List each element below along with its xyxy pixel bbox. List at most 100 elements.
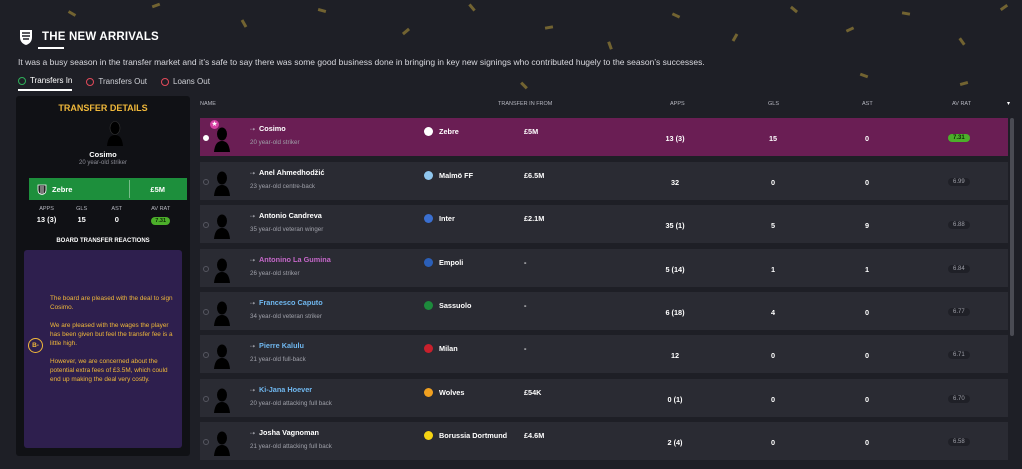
- transfer-out-icon: [86, 77, 95, 86]
- club-name: Borussia Dortmund: [439, 431, 508, 440]
- player-name[interactable]: Antonino La Gumina: [259, 255, 331, 264]
- assists-value: 9: [864, 221, 870, 230]
- table-row[interactable]: ⇢ Anel Ahmedhodžić 23 year-old centre-back…: [200, 162, 1008, 200]
- player-name[interactable]: Ki-Jana Hoever: [259, 385, 312, 394]
- column-header-ast[interactable]: AST: [862, 101, 873, 107]
- tab-label: Transfers In: [30, 76, 73, 85]
- club-badge-icon: [424, 344, 433, 353]
- club-name: Sassuolo: [439, 301, 472, 310]
- club-fee-bar[interactable]: Zebre £5M: [29, 178, 187, 200]
- transfer-fee: £4.6M: [524, 431, 545, 440]
- transfer-fee: £54K: [524, 388, 542, 397]
- player-name[interactable]: Cosimo: [259, 124, 286, 133]
- transfer-fee: -: [524, 344, 527, 353]
- assists-value: 0: [864, 134, 870, 143]
- player-silhouette-icon: [214, 171, 230, 196]
- column-header-apps[interactable]: APPS: [670, 101, 685, 107]
- from-club[interactable]: Malmö FF: [424, 171, 473, 180]
- tab-bar: Transfers In Transfers Out Loans Out: [18, 76, 210, 91]
- from-club[interactable]: Zebre: [424, 127, 459, 136]
- goals-value: 0: [770, 178, 776, 187]
- table-row[interactable]: ⇢ Francesco Caputo 34 year-old veteran str…: [200, 292, 1008, 330]
- row-select-radio[interactable]: [203, 352, 209, 358]
- player-name[interactable]: Pierre Kalulu: [259, 341, 304, 350]
- row-select-radio[interactable]: [203, 135, 209, 141]
- goals-value: 4: [770, 308, 776, 317]
- assists-value: 0: [864, 178, 870, 187]
- stat-assists: 0: [114, 215, 119, 224]
- apps-value: 5 (14): [665, 265, 685, 274]
- player-name[interactable]: Antonio Candreva: [259, 211, 322, 220]
- tab-transfers-out[interactable]: Transfers Out: [86, 76, 147, 91]
- club-name: Milan: [439, 344, 458, 353]
- player-name[interactable]: Francesco Caputo: [259, 298, 323, 307]
- transfer-flag-icon: ⇢: [250, 388, 256, 394]
- goals-value: 0: [770, 438, 776, 447]
- from-club[interactable]: Sassuolo: [424, 301, 471, 310]
- row-select-radio[interactable]: [203, 179, 209, 185]
- transfer-flag-icon: ⇢: [250, 127, 256, 133]
- row-select-radio[interactable]: [203, 439, 209, 445]
- player-name[interactable]: Cosimo: [16, 150, 190, 159]
- player-description: 23 year-old centre-back: [250, 183, 316, 190]
- assists-value: 0: [864, 438, 870, 447]
- column-header-gls[interactable]: GLS: [768, 101, 779, 107]
- player-name[interactable]: Anel Ahmedhodžić: [259, 168, 324, 177]
- chevron-down-icon[interactable]: ▾: [1007, 100, 1010, 107]
- table-row[interactable]: ⇢ Pierre Kalulu 21 year-old full-back Milan…: [200, 335, 1008, 373]
- transfer-flag-icon: ⇢: [250, 344, 256, 350]
- rating-badge: 7.31: [151, 217, 171, 225]
- tab-transfers-in[interactable]: Transfers In: [18, 76, 73, 91]
- board-reactions-box: B- The board are pleased with the deal t…: [24, 250, 182, 448]
- apps-value: 2 (4): [667, 438, 683, 447]
- from-club[interactable]: Wolves: [424, 388, 464, 397]
- stat-header: AV RAT: [151, 206, 171, 212]
- from-club[interactable]: Milan: [424, 344, 458, 353]
- player-description: 20 year-old striker: [78, 160, 128, 166]
- player-description: 35 year-old veteran winger: [250, 226, 324, 233]
- club-badge-icon: [424, 258, 433, 267]
- club-badge-icon: [424, 431, 433, 440]
- column-header-from[interactable]: TRANSFER IN FROM: [498, 101, 552, 107]
- scrollbar[interactable]: [1010, 118, 1014, 336]
- transfer-fee: £2.1M: [524, 214, 545, 223]
- column-header-avrat[interactable]: AV RAT: [952, 101, 971, 107]
- from-club[interactable]: Empoli: [424, 258, 463, 267]
- player-description: 26 year-old striker: [250, 270, 300, 277]
- tab-loans-out[interactable]: Loans Out: [161, 76, 210, 91]
- player-silhouette-icon: [214, 344, 230, 369]
- player-description: 21 year-old full-back: [250, 356, 306, 363]
- page-header: THE NEW ARRIVALS: [18, 28, 159, 46]
- table-row[interactable]: ⇢ Josha Vagnoman 21 year-old attacking ful…: [200, 422, 1008, 460]
- player-name[interactable]: Josha Vagnoman: [259, 428, 319, 437]
- row-select-radio[interactable]: [203, 309, 209, 315]
- row-select-radio[interactable]: [203, 222, 209, 228]
- transfer-flag-icon: ⇢: [250, 171, 256, 177]
- from-club[interactable]: Borussia Dortmund: [424, 431, 507, 440]
- stat-header: GLS: [76, 206, 88, 212]
- tab-label: Transfers Out: [98, 77, 147, 86]
- from-club[interactable]: Inter: [424, 214, 455, 223]
- grade-badge: B-: [28, 338, 43, 353]
- player-stats-summary: APPS GLS AST AV RAT 13 (3) 15 0 7.31: [29, 206, 187, 225]
- club-name: Zebre: [52, 184, 73, 194]
- apps-value: 6 (18): [665, 308, 685, 317]
- transfer-details-panel: TRANSFER DETAILS Cosimo 20 year-old stri…: [16, 96, 190, 456]
- apps-value: 35 (1): [665, 221, 685, 230]
- assists-value: 0: [864, 395, 870, 404]
- player-silhouette-icon: [214, 388, 230, 413]
- row-select-radio[interactable]: [203, 396, 209, 402]
- table-row[interactable]: ⇢ Antonio Candreva 35 year-old veteran win…: [200, 205, 1008, 243]
- row-select-radio[interactable]: [203, 266, 209, 272]
- club-name: Empoli: [439, 258, 464, 267]
- apps-value: 13 (3): [665, 134, 685, 143]
- club-badge-icon: [424, 388, 433, 397]
- reaction-paragraph: The board are pleased with the deal to s…: [50, 295, 173, 311]
- table-row[interactable]: ★ ⇢ Cosimo 20 year-old striker Zebre £5M 13 (3…: [200, 118, 1008, 156]
- apps-value: 0 (1): [667, 395, 683, 404]
- rating-badge: 6.70: [948, 395, 970, 403]
- table-row[interactable]: ⇢ Antonino La Gumina 26 year-old striker Em…: [200, 249, 1008, 287]
- table-row[interactable]: ⇢ Ki-Jana Hoever 20 year-old attacking ful…: [200, 379, 1008, 417]
- column-header-name[interactable]: NAME: [200, 101, 216, 107]
- transfer-fee: -: [524, 258, 527, 267]
